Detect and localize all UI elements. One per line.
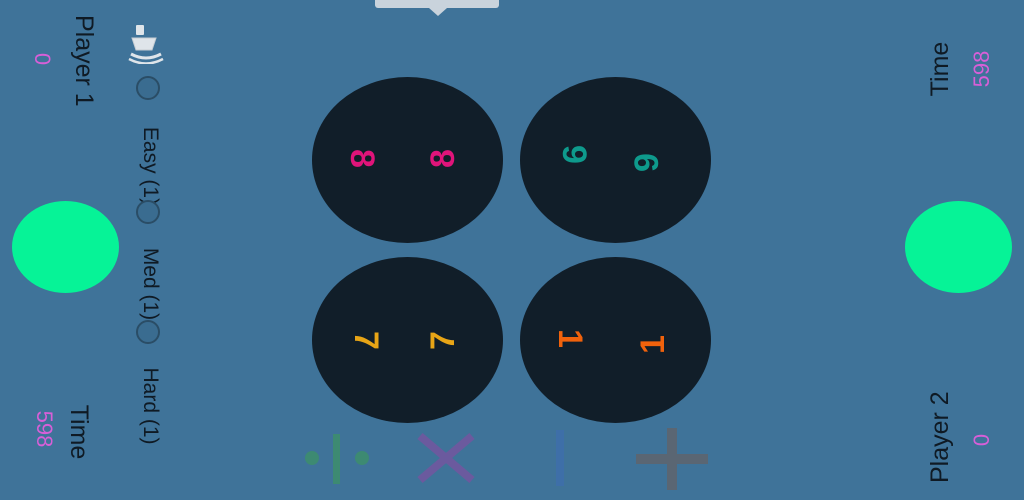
player2-name: Player 2 [926, 391, 954, 483]
player1-time-value: 598 [32, 410, 57, 448]
multiply-icon[interactable] [412, 428, 480, 488]
player1-score: 0 [30, 52, 55, 66]
number-tile-8[interactable]: 8 8 [312, 77, 503, 243]
number-tile-7[interactable]: 7 7 [312, 257, 503, 423]
top-tooltip-tab [375, 0, 499, 16]
divide-icon[interactable] [300, 428, 374, 488]
player1-name: Player 1 [70, 15, 98, 107]
tile-number-p2: 8 [423, 149, 462, 168]
tile-number-p1: 7 [346, 331, 385, 350]
tile-number-p2: 9 [627, 153, 666, 172]
player2-time-value: 598 [969, 50, 994, 88]
radio-med-label[interactable]: Med (1) [136, 240, 164, 328]
tile-number-p1: 9 [554, 145, 593, 164]
tile-number-p1: 1 [550, 329, 589, 348]
player2-buzzer-button[interactable] [905, 201, 1012, 293]
radio-hard-label[interactable]: Hard (1) [136, 357, 164, 455]
minus-icon[interactable] [550, 428, 570, 488]
player2-time-label: Time [926, 41, 954, 97]
player2-score: 0 [969, 433, 994, 447]
number-tile-9[interactable]: 9 9 [520, 77, 711, 243]
number-tile-1[interactable]: 1 1 [520, 257, 711, 423]
difficulty-radio-group: Easy (1) Med (1) Hard (1) [134, 74, 164, 445]
tile-number-p1: 8 [342, 149, 381, 168]
radio-hard[interactable] [136, 320, 160, 344]
radio-med[interactable] [136, 200, 160, 224]
tile-number-p2: 1 [633, 335, 672, 354]
tile-number-p2: 7 [423, 331, 462, 350]
player1-buzzer-button[interactable] [12, 201, 119, 293]
plus-icon[interactable] [636, 428, 708, 490]
speaker-icon[interactable] [126, 24, 168, 65]
player1-time-label: Time [65, 404, 93, 460]
radio-easy[interactable] [136, 76, 160, 100]
